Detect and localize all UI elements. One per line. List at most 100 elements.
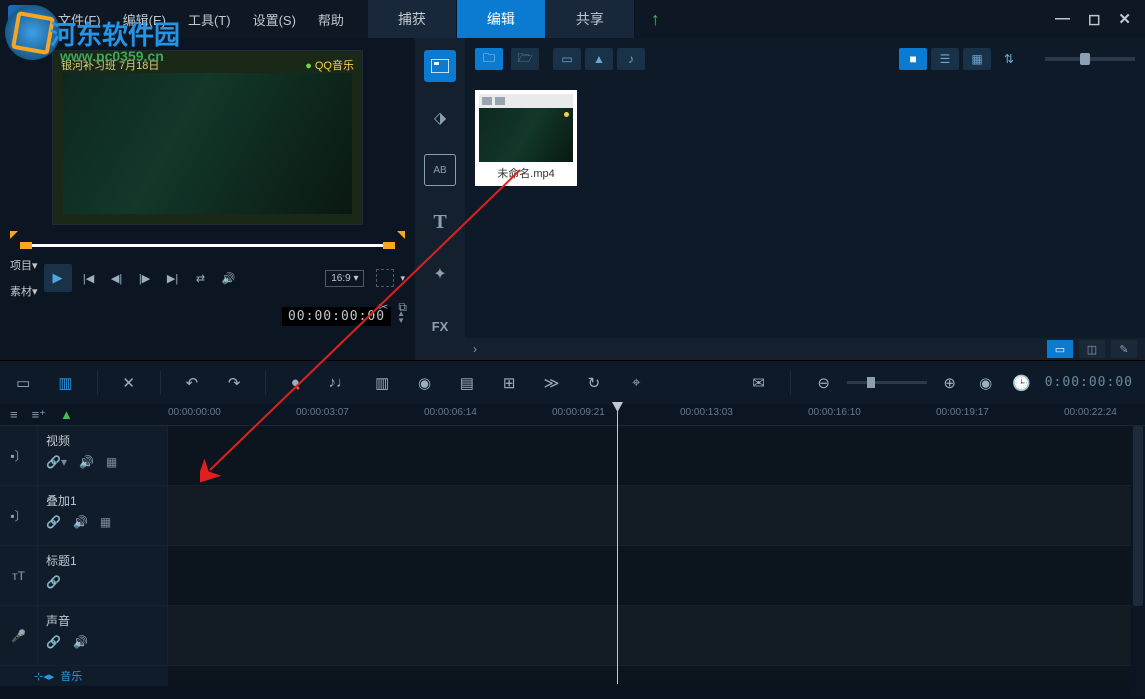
track-overlay-icon[interactable]: ▪〕 xyxy=(0,486,38,545)
step-fwd-icon[interactable]: |▶ xyxy=(134,267,156,289)
cut-icon[interactable]: ✂ xyxy=(378,300,388,315)
mode-capture[interactable]: 捕获 xyxy=(368,0,457,39)
volume-icon[interactable]: 🔊 xyxy=(218,267,240,289)
track-overlay-body[interactable] xyxy=(168,486,1145,545)
menu-help[interactable]: 帮助 xyxy=(308,4,354,35)
upload-icon[interactable]: ↑ xyxy=(651,9,660,30)
zoom-slider[interactable] xyxy=(847,381,927,384)
crop-icon[interactable] xyxy=(376,269,394,287)
tl-storyboard-icon[interactable]: ▭ xyxy=(12,370,34,396)
menu-edit[interactable]: 编辑(E) xyxy=(113,4,176,35)
undo-icon[interactable]: ↶ xyxy=(181,370,203,396)
close-button[interactable]: ✕ xyxy=(1118,10,1131,28)
minimize-button[interactable]: — xyxy=(1055,10,1070,28)
tl-timeline-icon[interactable]: ▥ xyxy=(54,370,76,396)
goto-end-icon[interactable]: ▶| xyxy=(162,267,184,289)
clock-icon[interactable]: 🕒 xyxy=(1009,370,1035,396)
goto-start-icon[interactable]: |◀ xyxy=(78,267,100,289)
mask-icon[interactable]: ✉ xyxy=(747,370,769,396)
track-mute-icon[interactable]: 🔊 xyxy=(79,455,94,469)
scrub-track[interactable] xyxy=(20,244,395,247)
lib-view-grid-icon[interactable]: ▦ xyxy=(963,48,991,70)
preview-timecode[interactable]: 00:00:00:00 xyxy=(282,307,391,326)
out-marker-icon[interactable] xyxy=(397,231,405,239)
multitrack-icon[interactable]: ⊞ xyxy=(498,370,520,396)
lib-expand-icon[interactable]: › xyxy=(473,342,477,356)
preview-video[interactable]: 银河补习班 7月18日 QQ音乐 xyxy=(52,50,363,225)
timeline-ruler[interactable]: ≡ ≡⁺ ▲ 00:00:00:0000:00:03:0700:00:06:14… xyxy=(0,404,1145,426)
mode-share[interactable]: 共享 xyxy=(546,0,635,39)
lib-fx-icon[interactable]: FX xyxy=(424,310,456,342)
zoom-out-icon[interactable]: ⊖ xyxy=(811,370,837,396)
mode-edit[interactable]: 编辑 xyxy=(457,0,546,39)
lib-import-icon[interactable]: 🗁 xyxy=(511,48,539,70)
menu-file[interactable]: 文件(F) xyxy=(48,4,111,35)
track-mute-icon[interactable]: 🔊 xyxy=(73,635,88,649)
aspect-ratio-selector[interactable]: 16:9 ▾ xyxy=(325,270,364,287)
lib-view-list-icon[interactable]: ☰ xyxy=(931,48,959,70)
lib-filter-photo-icon[interactable]: ▲ xyxy=(585,48,613,70)
tl-tools-icon[interactable]: ✕ xyxy=(118,370,140,396)
track-title-icon[interactable]: ᴛT xyxy=(0,546,38,605)
speed-icon[interactable]: ≫ xyxy=(540,370,562,396)
ruler-ticks[interactable]: 00:00:00:0000:00:03:0700:00:06:1400:00:0… xyxy=(168,404,1145,425)
layout-b-icon[interactable]: ◫ xyxy=(1079,340,1105,358)
playhead[interactable] xyxy=(617,404,618,684)
track-video-body[interactable] xyxy=(168,426,1145,485)
auto-music-icon[interactable]: ▥ xyxy=(371,370,393,396)
track-mute-icon[interactable]: 🔊 xyxy=(73,515,88,529)
vertical-scrollbar[interactable] xyxy=(1131,426,1145,696)
expand-down-icon[interactable]: ▾ xyxy=(400,273,405,284)
track-link-icon[interactable]: 🔗 xyxy=(46,515,61,529)
reverse-icon[interactable]: ↻ xyxy=(583,370,605,396)
menu-settings[interactable]: 设置(S) xyxy=(243,4,306,35)
play-button[interactable]: ▶ xyxy=(44,264,72,292)
lib-thumb-size-slider[interactable] xyxy=(1045,57,1135,61)
track-add-icon[interactable]: ≡⁺ xyxy=(32,407,46,423)
subtitle-icon[interactable]: ▤ xyxy=(456,370,478,396)
label-project[interactable]: 项目▾ xyxy=(10,257,38,273)
track-audio-body[interactable] xyxy=(168,606,1145,665)
preview-scrubber[interactable] xyxy=(10,231,405,249)
track-fx-icon[interactable]: ▦ xyxy=(100,515,111,529)
tracking-icon[interactable]: ⌖ xyxy=(625,370,647,396)
record-icon[interactable]: ● xyxy=(286,370,308,396)
track-fx-icon[interactable]: ▦ xyxy=(106,455,117,469)
add-track-button[interactable]: ⊹◂▸ 音乐 xyxy=(0,666,168,686)
multicam-icon[interactable]: ◉ xyxy=(413,370,435,396)
lib-objects-icon[interactable]: ✦ xyxy=(424,258,456,290)
zoom-in-icon[interactable]: ⊕ xyxy=(937,370,963,396)
audio-mixer-icon[interactable]: ♪♩ xyxy=(329,370,352,396)
track-title-body[interactable] xyxy=(168,546,1145,605)
lib-sort-icon[interactable]: ⇅ xyxy=(995,48,1023,70)
maximize-button[interactable]: ◻ xyxy=(1088,10,1100,28)
lib-text-icon[interactable]: T xyxy=(424,206,456,238)
loop-icon[interactable]: ⇄ xyxy=(190,267,212,289)
scrub-cap-left[interactable] xyxy=(20,242,32,249)
lib-media-icon[interactable] xyxy=(424,50,456,82)
track-link-icon[interactable]: 🔗 xyxy=(46,575,61,589)
track-collapse-icon[interactable]: ▲ xyxy=(60,407,73,422)
in-marker-icon[interactable] xyxy=(10,231,18,239)
lib-filter-video-icon[interactable]: ▭ xyxy=(553,48,581,70)
track-settings-icon[interactable]: ≡ xyxy=(10,407,18,422)
snapshot-icon[interactable]: ⧉ xyxy=(398,300,407,315)
media-item[interactable]: 未命名.mp4 xyxy=(475,90,577,186)
scrub-cap-right[interactable] xyxy=(383,242,395,249)
layout-edit-icon[interactable]: ✎ xyxy=(1111,340,1137,358)
lib-titles-icon[interactable]: AB xyxy=(424,154,456,186)
track-audio-icon[interactable]: 🎤 xyxy=(0,606,38,665)
lib-filter-audio-icon[interactable]: ♪ xyxy=(617,48,645,70)
lib-add-folder-icon[interactable]: 🗀 xyxy=(475,48,503,70)
track-video-icon[interactable]: ▪〕 xyxy=(0,426,38,485)
fit-icon[interactable]: ◉ xyxy=(973,370,999,396)
track-link-icon[interactable]: 🔗▾ xyxy=(46,455,67,469)
lib-transitions-icon[interactable]: ⬗ xyxy=(424,102,456,134)
track-link-icon[interactable]: 🔗 xyxy=(46,635,61,649)
label-clip[interactable]: 素材▾ xyxy=(10,283,38,299)
step-back-icon[interactable]: ◀| xyxy=(106,267,128,289)
layout-a-icon[interactable]: ▭ xyxy=(1047,340,1073,358)
redo-icon[interactable]: ↷ xyxy=(223,370,245,396)
lib-view-thumb-icon[interactable]: ■ xyxy=(899,48,927,70)
menu-tools[interactable]: 工具(T) xyxy=(178,4,241,35)
